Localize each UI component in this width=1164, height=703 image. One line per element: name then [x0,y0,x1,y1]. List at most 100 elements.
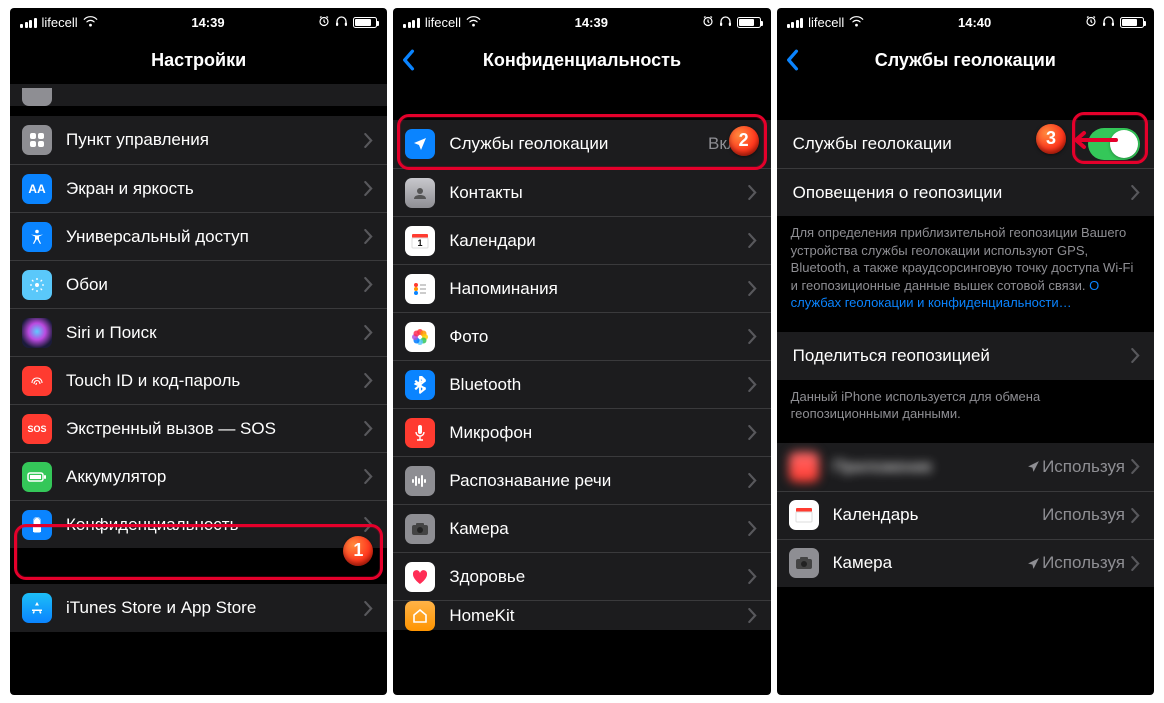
carrier-label: lifecell [425,15,461,30]
phone-privacy: lifecell 14:39 Конфиденциальность Службы… [393,8,770,695]
row-health[interactable]: Здоровье [393,552,770,600]
row-homekit[interactable]: HomeKit [393,600,770,630]
chevron-right-icon [748,185,757,200]
chevron-right-icon [364,601,373,616]
row-app-calendar[interactable]: Календарь Используя [777,491,1154,539]
alarm-icon [702,15,714,30]
row-value: Используя [1042,505,1125,525]
back-button[interactable] [785,49,799,71]
battery-icon [353,17,377,28]
calendar-icon [789,500,819,530]
row-control-center[interactable]: Пункт управления [10,116,387,164]
battery-icon [737,17,761,28]
chevron-right-icon [748,569,757,584]
row-label: Siri и Поиск [66,323,364,343]
fingerprint-icon [22,366,52,396]
row-battery[interactable]: Аккумулятор [10,452,387,500]
alarm-icon [318,15,330,30]
row-location-services[interactable]: Службы геолокации Вкл. [393,120,770,168]
battery-icon [1120,17,1144,28]
chevron-right-icon [748,473,757,488]
row-label: Приложение [833,457,1027,477]
chevron-right-icon [1131,459,1140,474]
row-label: Touch ID и код-пароль [66,371,364,391]
control-center-icon [22,125,52,155]
chevron-right-icon [748,608,757,623]
location-arrow-icon [1027,557,1040,570]
appstore-icon [22,593,52,623]
row-app-blurred[interactable]: Приложение Используя [777,443,1154,491]
photos-icon [405,322,435,352]
row-label: Поделиться геопозицией [793,346,1131,366]
row-label: Контакты [449,183,747,203]
chevron-right-icon [364,133,373,148]
reminders-icon [405,274,435,304]
row-label: Фото [449,327,747,347]
row-label: Календарь [833,505,1042,525]
chevron-right-icon [748,521,757,536]
bluetooth-icon [405,370,435,400]
row-label: Камера [449,519,747,539]
row-bluetooth[interactable]: Bluetooth [393,360,770,408]
row-speech[interactable]: Распознавание речи [393,456,770,504]
headphone-icon [1102,15,1115,30]
status-bar: lifecell 14:40 [777,8,1154,36]
row-contacts[interactable]: Контакты [393,168,770,216]
phone-location: lifecell 14:40 Службы геолокации Службы … [777,8,1154,695]
row-location-alerts[interactable]: Оповещения о геопозиции [777,168,1154,216]
alarm-icon [1085,15,1097,30]
chevron-right-icon [1131,348,1140,363]
wifi-icon [849,15,864,30]
row-calendars[interactable]: 1 Календари [393,216,770,264]
chevron-right-icon [748,377,757,392]
row-label: iTunes Store и App Store [66,598,364,618]
row-share-location[interactable]: Поделиться геопозицией [777,332,1154,380]
row-label: Камера [833,553,1027,573]
row-accessibility[interactable]: Универсальный доступ [10,212,387,260]
row-label: Службы геолокации [449,134,708,154]
row-photos[interactable]: Фото [393,312,770,360]
back-button[interactable] [401,49,415,71]
row-app-camera[interactable]: Камера Используя [777,539,1154,587]
speech-icon [405,466,435,496]
footer-text-2: Данный iPhone используется для обмена ге… [777,380,1154,437]
row-microphone[interactable]: Микрофон [393,408,770,456]
row-privacy[interactable]: Конфиденциальность [10,500,387,548]
row-label: Экстренный вызов — SOS [66,419,364,439]
camera-icon [789,548,819,578]
wifi-icon [83,15,98,30]
signal-icon [403,17,420,28]
step-marker-2: 2 [729,126,759,156]
row-touch-id[interactable]: Touch ID и код-пароль [10,356,387,404]
location-arrow-icon [1027,460,1040,473]
page-title: Конфиденциальность [483,50,681,71]
clock: 14:39 [575,15,608,30]
chevron-right-icon [748,425,757,440]
row-wallpaper[interactable]: Обои [10,260,387,308]
row-display[interactable]: AA Экран и яркость [10,164,387,212]
row-label: Календари [449,231,747,251]
nav-header: Службы геолокации [777,36,1154,84]
row-camera[interactable]: Камера [393,504,770,552]
row-value: Используя [1042,553,1125,573]
row-sos[interactable]: SOS Экстренный вызов — SOS [10,404,387,452]
row-label: Распознавание речи [449,471,747,491]
row-reminders[interactable]: Напоминания [393,264,770,312]
row-label: Bluetooth [449,375,747,395]
sos-icon: SOS [22,414,52,444]
row-siri[interactable]: Siri и Поиск [10,308,387,356]
phone-settings: lifecell 14:39 Настройки Пункт управлени… [10,8,387,695]
row-itunes[interactable]: iTunes Store и App Store [10,584,387,632]
nav-header: Конфиденциальность [393,36,770,84]
row-label: Универсальный доступ [66,227,364,247]
homekit-icon [405,601,435,631]
row-label: Напоминания [449,279,747,299]
wallpaper-icon [22,270,52,300]
svg-text:1: 1 [418,238,423,248]
display-icon: AA [22,174,52,204]
chevron-right-icon [748,233,757,248]
row-label: Микрофон [449,423,747,443]
page-title: Службы геолокации [875,50,1056,71]
status-bar: lifecell 14:39 [393,8,770,36]
chevron-right-icon [1131,508,1140,523]
